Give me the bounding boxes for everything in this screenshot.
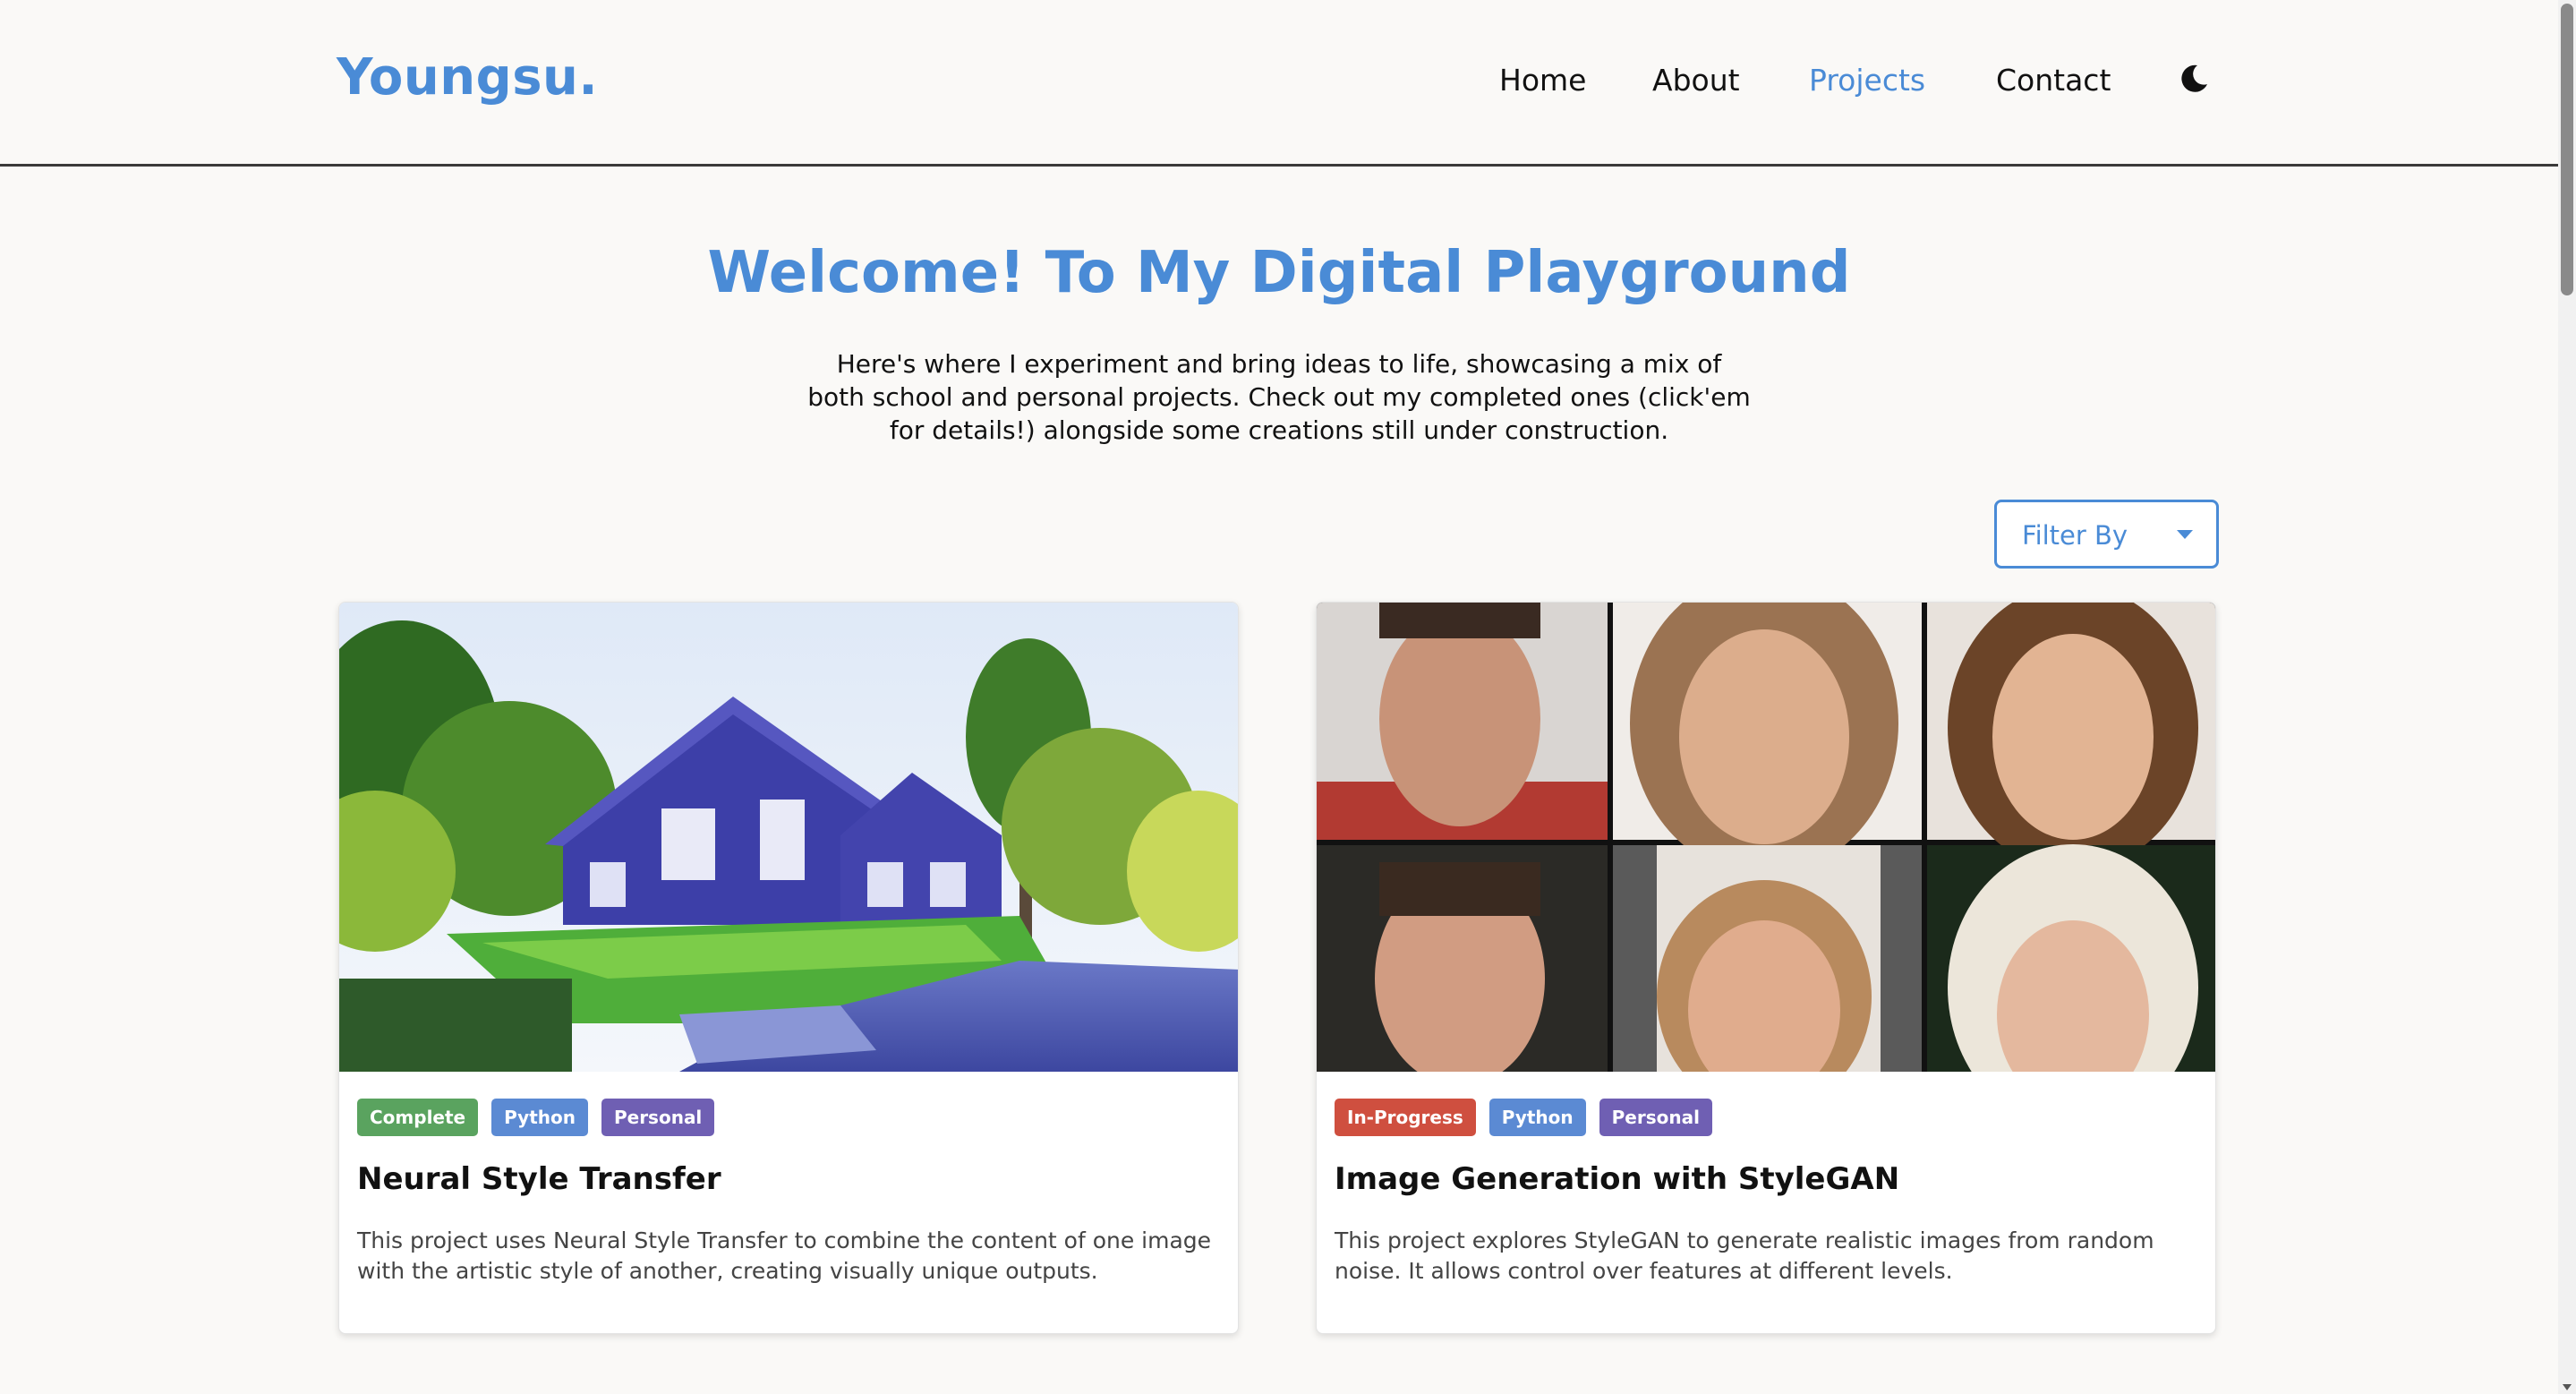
tag-badge: Personal [601, 1099, 715, 1136]
nav-link-projects[interactable]: Projects [1809, 63, 1925, 98]
nav-link-contact[interactable]: Contact [1996, 63, 2111, 98]
project-title: Neural Style Transfer [357, 1161, 721, 1197]
page-intro: Here's where I experiment and bring idea… [807, 349, 1751, 445]
project-title: Image Generation with StyleGAN [1335, 1161, 1900, 1197]
caret-down-icon [2177, 530, 2193, 539]
scrollbar-thumb[interactable] [2561, 4, 2573, 295]
project-card[interactable]: Complete Python Personal Neural Style Tr… [338, 602, 1239, 1334]
theme-toggle-button[interactable] [2178, 63, 2210, 95]
tag-badge: Python [491, 1099, 588, 1136]
tag-badge: Complete [357, 1099, 479, 1136]
filter-dropdown[interactable]: Filter By [1994, 500, 2219, 569]
page-title: Welcome! To My Digital Playground [707, 240, 1851, 306]
tag-badge: Python [1488, 1099, 1586, 1136]
project-description: This project explores StyleGAN to genera… [1335, 1227, 2154, 1284]
scroll-down-arrow-icon[interactable] [2563, 1384, 2572, 1390]
tag-list: Complete Python Personal [357, 1099, 715, 1136]
project-image [339, 603, 1238, 1072]
tag-list: In-Progress Python Personal [1335, 1099, 1712, 1136]
nav-link-about[interactable]: About [1652, 63, 1740, 98]
nav-link-home[interactable]: Home [1499, 63, 1586, 98]
moon-icon [2181, 64, 2207, 92]
filter-label: Filter By [2022, 520, 2128, 551]
project-image [1317, 603, 2215, 1072]
page-scrollbar[interactable] [2558, 0, 2576, 1394]
tag-badge: Personal [1599, 1099, 1712, 1136]
navbar: Youngsu. Home About Projects Contact [0, 0, 2558, 167]
brand-logo[interactable]: Youngsu. [337, 48, 598, 107]
project-description: This project uses Neural Style Transfer … [357, 1227, 1212, 1284]
tag-badge: In-Progress [1335, 1099, 1476, 1136]
project-card[interactable]: In-Progress Python Personal Image Genera… [1316, 602, 2216, 1334]
